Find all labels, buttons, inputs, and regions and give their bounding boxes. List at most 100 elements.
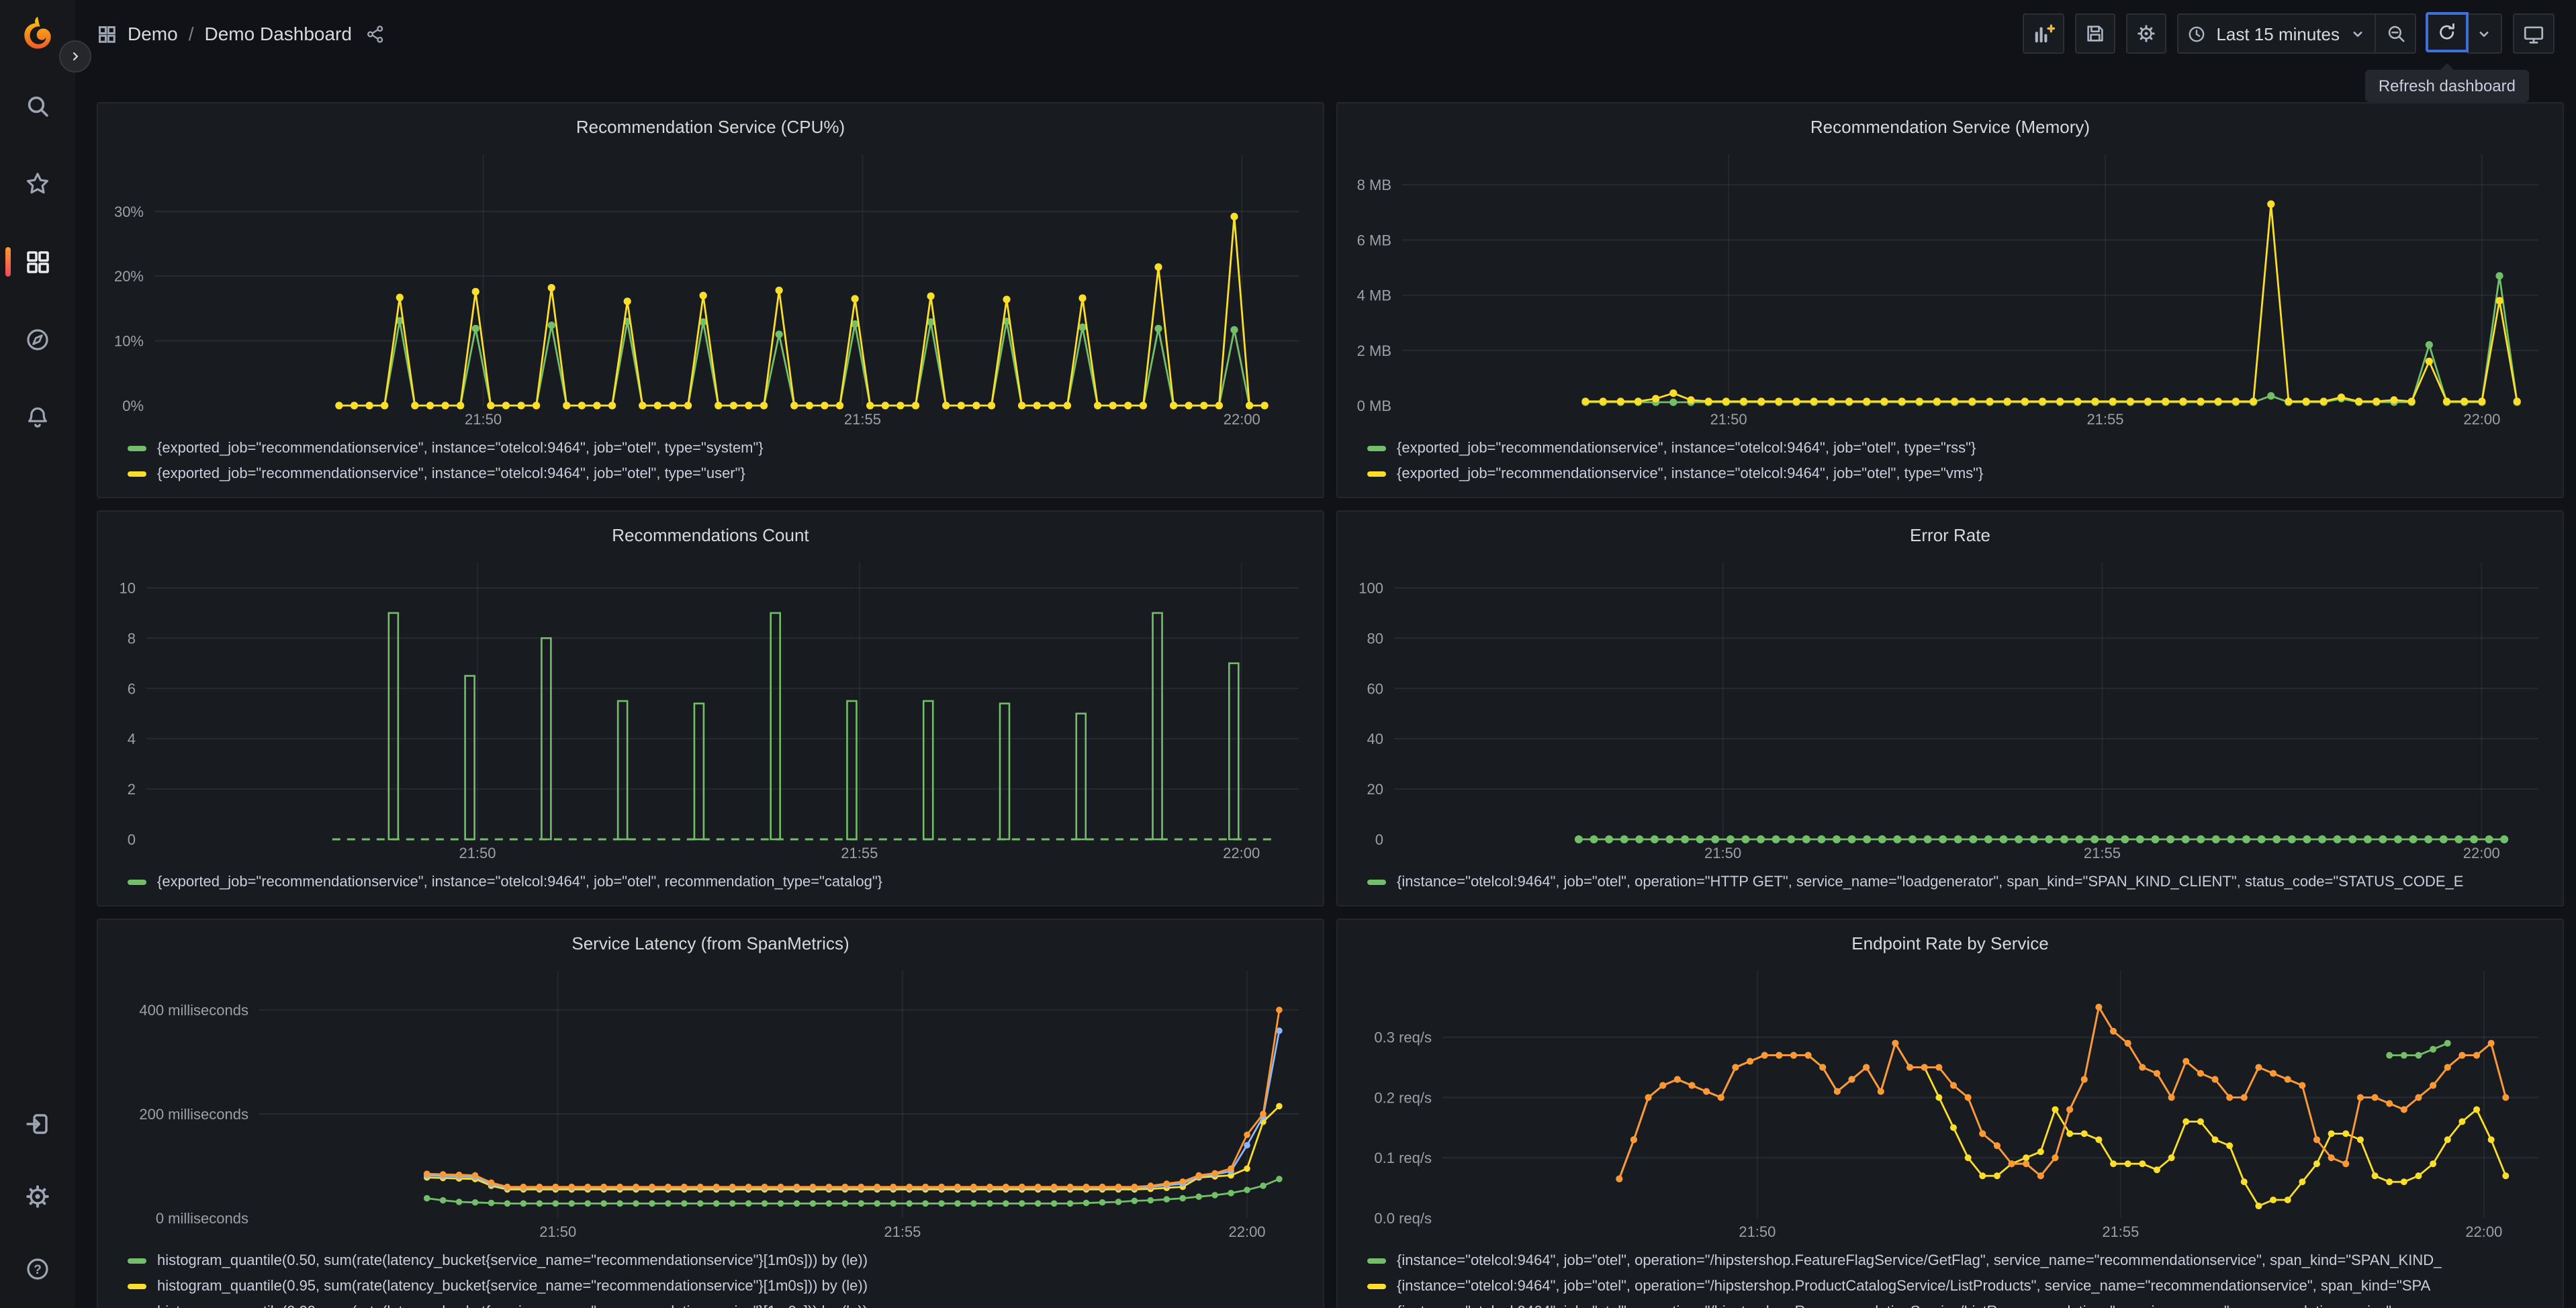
panel-legend: {exported_job="recommendationservice", i… xyxy=(111,432,1309,486)
clock-icon xyxy=(2189,26,2205,42)
legend-label: {exported_job="recommendationservice", i… xyxy=(157,465,745,481)
panel-chart[interactable]: 21:50 21:55 22:00 0 2 4 6 8 10 xyxy=(111,552,1309,866)
share-icon[interactable] xyxy=(365,24,385,44)
svg-text:21:50: 21:50 xyxy=(1704,845,1741,861)
time-range-picker[interactable]: Last 15 minutes xyxy=(2177,13,2376,54)
legend-item[interactable]: {exported_job="recommendationservice", i… xyxy=(128,435,1309,461)
panel-legend: {exported_job="recommendationservice", i… xyxy=(111,866,1309,894)
dashboard-panel: Recommendation Service (Memory) 21:50 21:… xyxy=(1336,102,2564,498)
svg-text:60: 60 xyxy=(1367,680,1383,697)
star-icon xyxy=(27,173,48,194)
legend-item[interactable]: {exported_job="recommendationservice", i… xyxy=(128,461,1309,486)
panel-title[interactable]: Endpoint Rate by Service xyxy=(1351,928,2549,960)
svg-text:20%: 20% xyxy=(114,268,144,285)
sign-in-icon xyxy=(26,1114,48,1134)
svg-text:21:50: 21:50 xyxy=(539,1223,576,1240)
legend-item[interactable]: {instance="otelcol:9464", job="otel", op… xyxy=(1367,869,2549,894)
panel-legend: histogram_quantile(0.50, sum(rate(latenc… xyxy=(111,1245,1309,1308)
panel-chart[interactable]: 21:50 21:55 22:00 0.0 req/s 0.1 req/s 0.2 req… xyxy=(1351,960,2549,1245)
legend-item[interactable]: {instance="otelcol:9464", job="otel", op… xyxy=(1367,1248,2549,1273)
legend-item[interactable]: histogram_quantile(0.95, sum(rate(latenc… xyxy=(128,1273,1309,1299)
chevron-down-icon xyxy=(2479,31,2489,36)
svg-text:22:00: 22:00 xyxy=(2463,411,2500,428)
top-navbar: Demo / Demo Dashboard Last 15 minutes xyxy=(75,0,2576,67)
svg-text:2 MB: 2 MB xyxy=(1357,342,1391,359)
svg-text:21:55: 21:55 xyxy=(2086,411,2123,428)
panel-chart[interactable]: 21:50 21:55 22:00 0 milliseconds 200 millise… xyxy=(111,960,1309,1245)
legend-swatch xyxy=(1367,445,1386,451)
panel-chart[interactable]: 21:50 21:55 22:00 0 20 40 60 80 100 xyxy=(1351,552,2549,866)
svg-text:?: ? xyxy=(34,1263,42,1277)
save-icon xyxy=(2087,26,2104,42)
legend-item[interactable]: {exported_job="recommendationservice", i… xyxy=(1367,461,2549,486)
dashboard-toolbar: Last 15 minutes xyxy=(2023,12,2555,54)
legend-label: {exported_job="recommendationservice", i… xyxy=(1397,440,1976,456)
time-controls-group: Last 15 minutes xyxy=(2177,13,2416,54)
breadcrumb-separator: / xyxy=(188,23,194,44)
add-panel-icon xyxy=(2035,24,2056,42)
sidebar-expand-button[interactable] xyxy=(59,40,91,73)
svg-text:10: 10 xyxy=(120,579,136,596)
legend-item[interactable]: {instance="otelcol:9464", job="otel", op… xyxy=(1367,1273,2549,1299)
sidebar-item-sign-in[interactable] xyxy=(11,1104,64,1144)
legend-item[interactable]: {exported_job="recommendationservice", i… xyxy=(128,869,1309,894)
svg-text:80: 80 xyxy=(1367,630,1383,647)
refresh-interval-dropdown[interactable] xyxy=(2467,13,2502,54)
zoom-out-time-button[interactable] xyxy=(2376,13,2416,54)
cycle-view-mode-button[interactable] xyxy=(2513,13,2555,54)
panel-title[interactable]: Recommendation Service (CPU%) xyxy=(111,111,1309,144)
svg-text:22:00: 22:00 xyxy=(2465,1223,2502,1240)
sidebar-item-explore[interactable] xyxy=(11,320,64,360)
panel-title[interactable]: Recommendations Count xyxy=(111,520,1309,552)
breadcrumb-page[interactable]: Demo Dashboard xyxy=(205,23,352,44)
svg-text:0: 0 xyxy=(1375,831,1383,848)
chevron-down-icon xyxy=(2353,31,2362,36)
legend-swatch xyxy=(128,445,146,451)
svg-text:0: 0 xyxy=(128,831,136,848)
sidebar-top-items xyxy=(0,86,75,438)
dashboard-panel: Endpoint Rate by Service 21:50 21:55 22:00… xyxy=(1336,919,2564,1308)
sidebar-item-search[interactable] xyxy=(11,86,64,126)
panel-title[interactable]: Error Rate xyxy=(1351,520,2549,552)
svg-text:21:50: 21:50 xyxy=(1710,411,1747,428)
panel-legend: {instance="otelcol:9464", job="otel", op… xyxy=(1351,1245,2549,1308)
legend-label: histogram_quantile(0.50, sum(rate(latenc… xyxy=(157,1252,868,1268)
svg-text:22:00: 22:00 xyxy=(1224,411,1260,428)
legend-item[interactable]: histogram_quantile(0.99, sum(rate(latenc… xyxy=(128,1299,1309,1308)
gear-icon xyxy=(26,1185,49,1208)
panel-legend: {instance="otelcol:9464", job="otel", op… xyxy=(1351,866,2549,894)
dashboard-panel: Error Rate 21:50 21:55 22:00 0 20 40 60 80 100 {… xyxy=(1336,510,2564,906)
sidebar-item-starred[interactable] xyxy=(11,164,64,204)
panel-chart[interactable]: 21:50 21:55 22:00 0 MB 2 MB 4 MB 6 MB 8 MB xyxy=(1351,144,2549,432)
panel-chart[interactable]: 21:50 21:55 22:00 0% 10% 20% 30% xyxy=(111,144,1309,432)
sidebar-item-alerting[interactable] xyxy=(11,398,64,438)
refresh-dashboard-button[interactable] xyxy=(2426,12,2469,52)
sidebar-item-configuration[interactable] xyxy=(11,1176,64,1217)
dashboard-settings-button[interactable] xyxy=(2126,13,2167,54)
grafana-logo[interactable] xyxy=(17,13,58,54)
breadcrumb-section[interactable]: Demo xyxy=(128,23,178,44)
svg-text:21:55: 21:55 xyxy=(2084,845,2121,861)
legend-label: {exported_job="recommendationservice", i… xyxy=(1397,465,1984,481)
legend-item[interactable]: {instance="otelcol:9464", job="otel", op… xyxy=(1367,1299,2549,1308)
legend-item[interactable]: {exported_job="recommendationservice", i… xyxy=(1367,435,2549,461)
svg-text:0.3 req/s: 0.3 req/s xyxy=(1374,1029,1432,1046)
panel-title[interactable]: Service Latency (from SpanMetrics) xyxy=(111,928,1309,960)
grafana-flame-icon xyxy=(24,16,51,49)
legend-item[interactable]: histogram_quantile(0.50, sum(rate(latenc… xyxy=(128,1248,1309,1273)
panel-title[interactable]: Recommendation Service (Memory) xyxy=(1351,111,2549,144)
legend-label: histogram_quantile(0.99, sum(rate(latenc… xyxy=(157,1303,868,1308)
save-dashboard-button[interactable] xyxy=(2075,13,2116,54)
breadcrumb: Demo / Demo Dashboard xyxy=(97,23,385,44)
svg-text:6: 6 xyxy=(128,680,136,697)
legend-swatch xyxy=(1367,1258,1386,1263)
add-panel-button[interactable] xyxy=(2023,13,2065,54)
sidebar-item-dashboards[interactable] xyxy=(5,242,64,282)
sidebar-item-help[interactable]: ? xyxy=(11,1249,64,1289)
legend-label: {exported_job="recommendationservice", i… xyxy=(157,440,764,456)
svg-text:400 milliseconds: 400 milliseconds xyxy=(139,1002,248,1019)
svg-text:21:55: 21:55 xyxy=(841,845,878,861)
legend-swatch xyxy=(128,471,146,476)
svg-text:0 MB: 0 MB xyxy=(1357,398,1391,414)
svg-text:6 MB: 6 MB xyxy=(1357,232,1391,248)
